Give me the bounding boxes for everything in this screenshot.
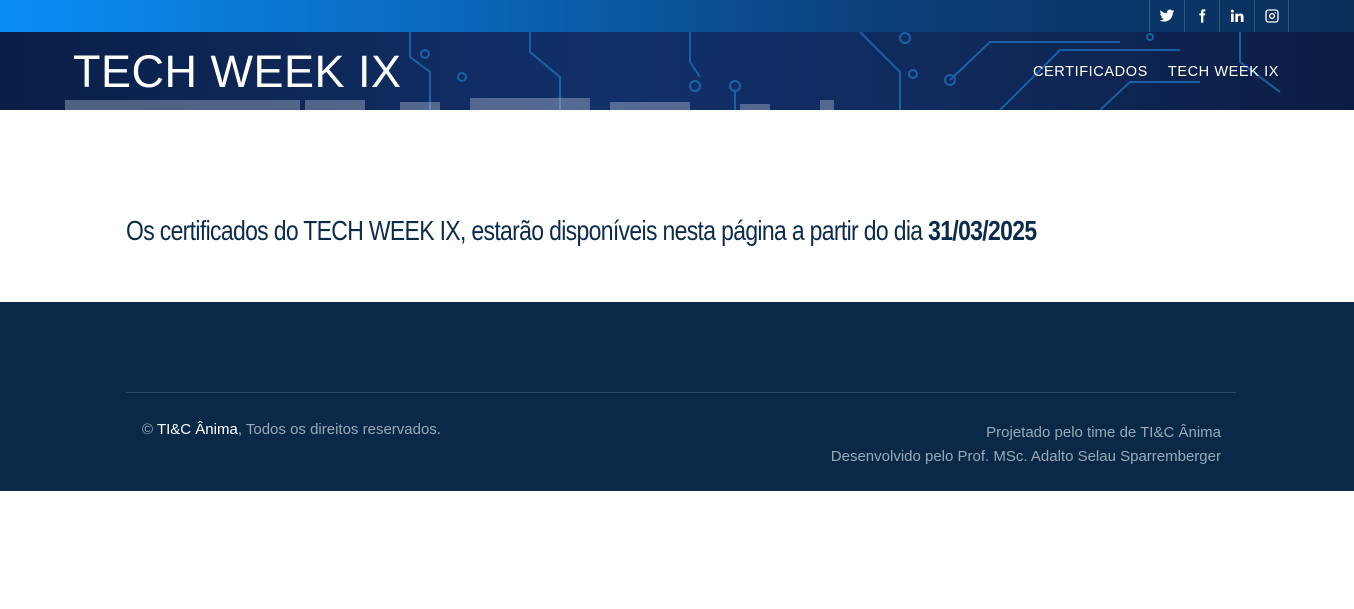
instagram-link[interactable] bbox=[1254, 0, 1289, 32]
site-title[interactable]: TECH WEEK IX bbox=[73, 48, 402, 96]
footer-divider bbox=[126, 392, 1236, 393]
main-content: Os certificados do TECH WEEK IX, estarão… bbox=[0, 110, 1354, 302]
rights-text: , Todos os direitos reservados. bbox=[237, 421, 441, 438]
social-links bbox=[1149, 0, 1289, 32]
facebook-icon bbox=[1199, 9, 1206, 23]
designed-by-text: Projetado pelo time de TI&C Ânima bbox=[986, 424, 1221, 441]
twitter-link[interactable] bbox=[1149, 0, 1184, 32]
main-nav: CERTIFICADOS TECH WEEK IX bbox=[1033, 64, 1279, 80]
nav-item-tech-week[interactable]: TECH WEEK IX bbox=[1168, 64, 1279, 80]
nav-item-certificados[interactable]: CERTIFICADOS bbox=[1033, 64, 1148, 80]
copyright-notice: © TI&C Ânima, Todos os direitos reservad… bbox=[142, 421, 441, 438]
copyright-symbol: © bbox=[142, 421, 157, 438]
top-social-bar bbox=[0, 0, 1354, 32]
twitter-icon bbox=[1159, 9, 1175, 22]
site-header: TECH WEEK IX CERTIFICADOS TECH WEEK IX bbox=[0, 32, 1354, 110]
instagram-icon bbox=[1264, 9, 1279, 23]
footer-credits: Projetado pelo time de TI&C Ânima Desenv… bbox=[831, 421, 1221, 469]
availability-date: 31/03/2025 bbox=[928, 215, 1037, 246]
owner-link[interactable]: TI&C Ânima bbox=[157, 421, 238, 438]
linkedin-icon bbox=[1230, 9, 1244, 22]
linkedin-link[interactable] bbox=[1219, 0, 1254, 32]
site-footer: © TI&C Ânima, Todos os direitos reservad… bbox=[0, 302, 1354, 491]
developed-by-text: Desenvolvido pelo Prof. MSc. Adalto Sela… bbox=[830, 448, 1221, 465]
message-text: Os certificados do TECH WEEK IX, estarão… bbox=[126, 215, 929, 246]
facebook-link[interactable] bbox=[1184, 0, 1219, 32]
certificate-availability-message: Os certificados do TECH WEEK IX, estarão… bbox=[126, 215, 1037, 247]
